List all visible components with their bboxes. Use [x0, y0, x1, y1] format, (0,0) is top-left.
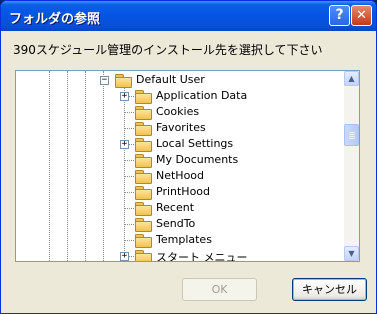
tree-guide-line	[67, 71, 68, 261]
tree-item-label[interactable]: スタート メニュー	[156, 249, 248, 261]
tree-item-label[interactable]: PrintHood	[156, 185, 210, 198]
tree-connector-line	[124, 240, 134, 241]
folder-icon	[135, 218, 152, 232]
tree-item-label[interactable]: SendTo	[156, 217, 195, 230]
tree-item-label[interactable]: Application Data	[156, 89, 247, 102]
scroll-down-button[interactable]: ▼	[344, 246, 359, 261]
scroll-up-button[interactable]: ▲	[344, 71, 359, 86]
expand-expander-icon[interactable]: +	[120, 92, 129, 101]
expand-expander-icon[interactable]: +	[120, 252, 129, 261]
tree-item-label[interactable]: Cookies	[156, 105, 199, 118]
folder-icon	[135, 106, 152, 120]
cancel-button[interactable]: キャンセル	[292, 278, 367, 301]
folder-icon	[135, 122, 152, 136]
vertical-scrollbar[interactable]: ▲ ▼	[344, 71, 359, 261]
open-folder-icon	[115, 74, 132, 88]
tree-item-label[interactable]: My Documents	[156, 153, 238, 166]
tree-connector-line	[124, 208, 134, 209]
tree-connector-line	[124, 112, 134, 113]
collapse-expander-icon[interactable]: −	[100, 76, 109, 85]
instruction-text: 390スケジュール管理のインストール先を選択して下さい	[13, 43, 323, 57]
tree-connector-line	[124, 192, 134, 193]
tree-guide-line	[85, 71, 86, 261]
scroll-thumb[interactable]	[344, 124, 359, 146]
tree-guide-line	[103, 71, 104, 261]
folder-icon	[135, 234, 152, 248]
folder-icon	[135, 170, 152, 184]
folder-icon	[135, 250, 152, 261]
window-title: フォルダの参照	[9, 12, 101, 27]
tree-connector-line	[124, 224, 134, 225]
folder-icon	[135, 186, 152, 200]
close-button[interactable]: ✕	[351, 5, 372, 26]
tree-item-label[interactable]: NetHood	[156, 169, 204, 182]
tree-connector-line	[124, 176, 134, 177]
tree-item-label[interactable]: Recent	[156, 201, 194, 214]
folder-tree-content: − Default User + Application Data Cookies F…	[16, 71, 344, 261]
tree-item-label[interactable]: Local Settings	[156, 137, 233, 150]
folder-icon	[135, 90, 152, 104]
folder-icon	[135, 138, 152, 152]
ok-button[interactable]: OK	[182, 278, 257, 301]
expand-expander-icon[interactable]: +	[120, 140, 129, 149]
tree-connector-line	[124, 160, 134, 161]
folder-tree-view[interactable]: − Default User + Application Data Cookies F…	[15, 70, 360, 262]
tree-guide-line	[49, 71, 50, 261]
tree-item-label[interactable]: Templates	[156, 233, 212, 246]
tree-item-label[interactable]: Favorites	[156, 121, 206, 134]
tree-connector-line	[124, 128, 134, 129]
title-bar[interactable]: フォルダの参照 ? ✕	[1, 1, 376, 31]
browse-folder-dialog: フォルダの参照 ? ✕ 390スケジュール管理のインストール先を選択して下さい …	[0, 0, 377, 314]
help-button[interactable]: ?	[329, 5, 350, 26]
folder-icon	[135, 202, 152, 216]
tree-item-default-user[interactable]: Default User	[136, 73, 205, 86]
folder-icon	[135, 154, 152, 168]
